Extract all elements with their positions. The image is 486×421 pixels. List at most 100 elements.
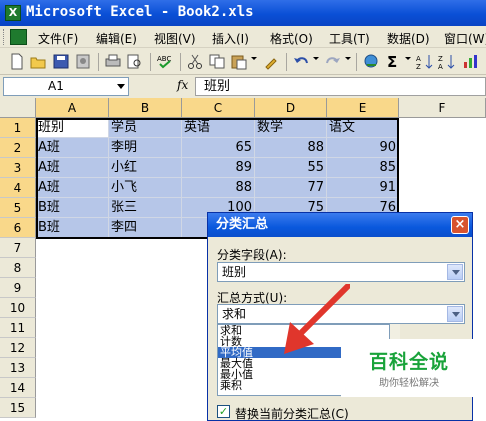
replace-label: 替换当前分类汇总(C) bbox=[235, 407, 349, 421]
row-header-1[interactable]: 1 bbox=[0, 118, 36, 138]
cell-c3[interactable]: 89 bbox=[182, 158, 255, 178]
formula-bar: A1 fx 班别 bbox=[0, 75, 486, 98]
select-all-corner[interactable] bbox=[0, 98, 36, 118]
copy-icon[interactable] bbox=[208, 53, 226, 70]
cell-b1[interactable]: 学员 bbox=[109, 118, 182, 138]
column-header-f[interactable]: F bbox=[399, 98, 486, 118]
cell-c4[interactable]: 88 bbox=[182, 178, 255, 198]
group-by-select[interactable]: 班别 bbox=[217, 262, 465, 282]
cell-b4[interactable]: 小飞 bbox=[109, 178, 182, 198]
row-header-15[interactable]: 15 bbox=[0, 398, 36, 418]
row-header-13[interactable]: 13 bbox=[0, 358, 36, 378]
paste-icon[interactable] bbox=[230, 53, 248, 70]
menu-data[interactable]: 数据(D) bbox=[387, 30, 430, 47]
column-header-c[interactable]: C bbox=[182, 98, 255, 118]
svg-text:Z: Z bbox=[438, 55, 443, 63]
menu-edit[interactable]: 编辑(E) bbox=[96, 30, 137, 47]
row-header-14[interactable]: 14 bbox=[0, 378, 36, 398]
row-header-5[interactable]: 5 bbox=[0, 198, 36, 218]
cell-a4[interactable]: A班 bbox=[36, 178, 109, 198]
autosum-icon[interactable]: Σ bbox=[384, 53, 402, 70]
cell-d4[interactable]: 77 bbox=[255, 178, 327, 198]
menu-bar: 文件(F) 编辑(E) 视图(V) 插入(I) 格式(O) 工具(T) 数据(D… bbox=[0, 26, 486, 48]
column-header-a[interactable]: A bbox=[36, 98, 109, 118]
cell-e1[interactable]: 语文 bbox=[327, 118, 399, 138]
workbook-icon[interactable] bbox=[10, 29, 27, 45]
replace-checkbox[interactable]: ✓ bbox=[217, 405, 230, 418]
formula-input[interactable]: 班别 bbox=[195, 77, 486, 96]
column-header-b[interactable]: B bbox=[109, 98, 182, 118]
menubar-grip[interactable] bbox=[3, 29, 6, 45]
chevron-down-icon[interactable] bbox=[447, 306, 463, 322]
function-value: 求和 bbox=[222, 307, 247, 321]
save-icon[interactable] bbox=[52, 53, 70, 70]
cell-c1[interactable]: 英语 bbox=[182, 118, 255, 138]
hyperlink-icon[interactable] bbox=[362, 53, 380, 70]
row-header-8[interactable]: 8 bbox=[0, 258, 36, 278]
cell-e4[interactable]: 91 bbox=[327, 178, 399, 198]
name-box-dropdown-icon[interactable] bbox=[114, 77, 128, 94]
print-preview-icon[interactable] bbox=[126, 53, 144, 70]
close-button[interactable]: × bbox=[451, 216, 469, 234]
row-header-9[interactable]: 9 bbox=[0, 278, 36, 298]
title-bar: X Microsoft Excel - Book2.xls bbox=[0, 0, 486, 26]
cell-b3[interactable]: 小红 bbox=[109, 158, 182, 178]
cell-b5[interactable]: 张三 bbox=[109, 198, 182, 218]
cell-d2[interactable]: 88 bbox=[255, 138, 327, 158]
group-by-label: 分类字段(A): bbox=[217, 248, 287, 262]
cell-d3[interactable]: 55 bbox=[255, 158, 327, 178]
column-header-e[interactable]: E bbox=[327, 98, 399, 118]
menu-insert[interactable]: 插入(I) bbox=[212, 30, 249, 47]
sort-descending-icon[interactable]: ZA bbox=[438, 53, 456, 70]
cell-e2[interactable]: 90 bbox=[327, 138, 399, 158]
name-box[interactable]: A1 bbox=[3, 77, 129, 96]
cut-icon[interactable] bbox=[186, 53, 204, 70]
chevron-down-icon[interactable] bbox=[447, 264, 463, 280]
spelling-icon[interactable]: ABC bbox=[156, 53, 174, 70]
cell-a1[interactable]: 班别 bbox=[36, 118, 109, 138]
menu-view[interactable]: 视图(V) bbox=[154, 30, 196, 47]
cell-c2[interactable]: 65 bbox=[182, 138, 255, 158]
menu-window[interactable]: 窗口(W) bbox=[444, 30, 486, 47]
cell-a2[interactable]: A班 bbox=[36, 138, 109, 158]
watermark-title: 百科全说 bbox=[369, 351, 450, 373]
row-header-7[interactable]: 7 bbox=[0, 238, 36, 258]
menu-format[interactable]: 格式(O) bbox=[270, 30, 313, 47]
watermark-subtitle: 助你轻松解决 bbox=[379, 378, 439, 389]
row-header-6[interactable]: 6 bbox=[0, 218, 36, 238]
excel-app-icon[interactable]: X bbox=[5, 5, 21, 21]
standard-toolbar: ABC Σ AZ ZA bbox=[0, 48, 486, 75]
window-title: Microsoft Excel - Book2.xls bbox=[26, 4, 254, 20]
insert-function-button[interactable]: fx bbox=[177, 78, 188, 92]
open-icon[interactable] bbox=[30, 53, 48, 70]
option-sum[interactable]: 求和 bbox=[218, 325, 389, 336]
svg-text:A: A bbox=[416, 55, 421, 63]
undo-icon[interactable] bbox=[292, 53, 310, 70]
print-icon[interactable] bbox=[104, 53, 122, 70]
cell-a3[interactable]: A班 bbox=[36, 158, 109, 178]
permission-icon[interactable] bbox=[74, 53, 92, 70]
row-header-11[interactable]: 11 bbox=[0, 318, 36, 338]
row-header-10[interactable]: 10 bbox=[0, 298, 36, 318]
cell-d1[interactable]: 数学 bbox=[255, 118, 327, 138]
cell-b2[interactable]: 李明 bbox=[109, 138, 182, 158]
row-header-12[interactable]: 12 bbox=[0, 338, 36, 358]
chart-wizard-icon[interactable] bbox=[462, 53, 480, 70]
row-header-2[interactable]: 2 bbox=[0, 138, 36, 158]
cell-b6[interactable]: 李四 bbox=[109, 218, 182, 238]
function-select[interactable]: 求和 bbox=[217, 304, 465, 324]
menu-file[interactable]: 文件(F) bbox=[38, 30, 78, 47]
new-icon[interactable] bbox=[8, 53, 26, 70]
menu-tools[interactable]: 工具(T) bbox=[329, 30, 370, 47]
row-header-3[interactable]: 3 bbox=[0, 158, 36, 178]
format-painter-icon[interactable] bbox=[262, 53, 280, 70]
sort-ascending-icon[interactable]: AZ bbox=[416, 53, 434, 70]
redo-icon[interactable] bbox=[324, 53, 342, 70]
dialog-title: 分类汇总 bbox=[208, 213, 472, 237]
row-header-4[interactable]: 4 bbox=[0, 178, 36, 198]
cell-a6[interactable]: B班 bbox=[36, 218, 109, 238]
column-header-d[interactable]: D bbox=[255, 98, 327, 118]
svg-text:A: A bbox=[438, 63, 443, 70]
cell-a5[interactable]: B班 bbox=[36, 198, 109, 218]
cell-e3[interactable]: 85 bbox=[327, 158, 399, 178]
